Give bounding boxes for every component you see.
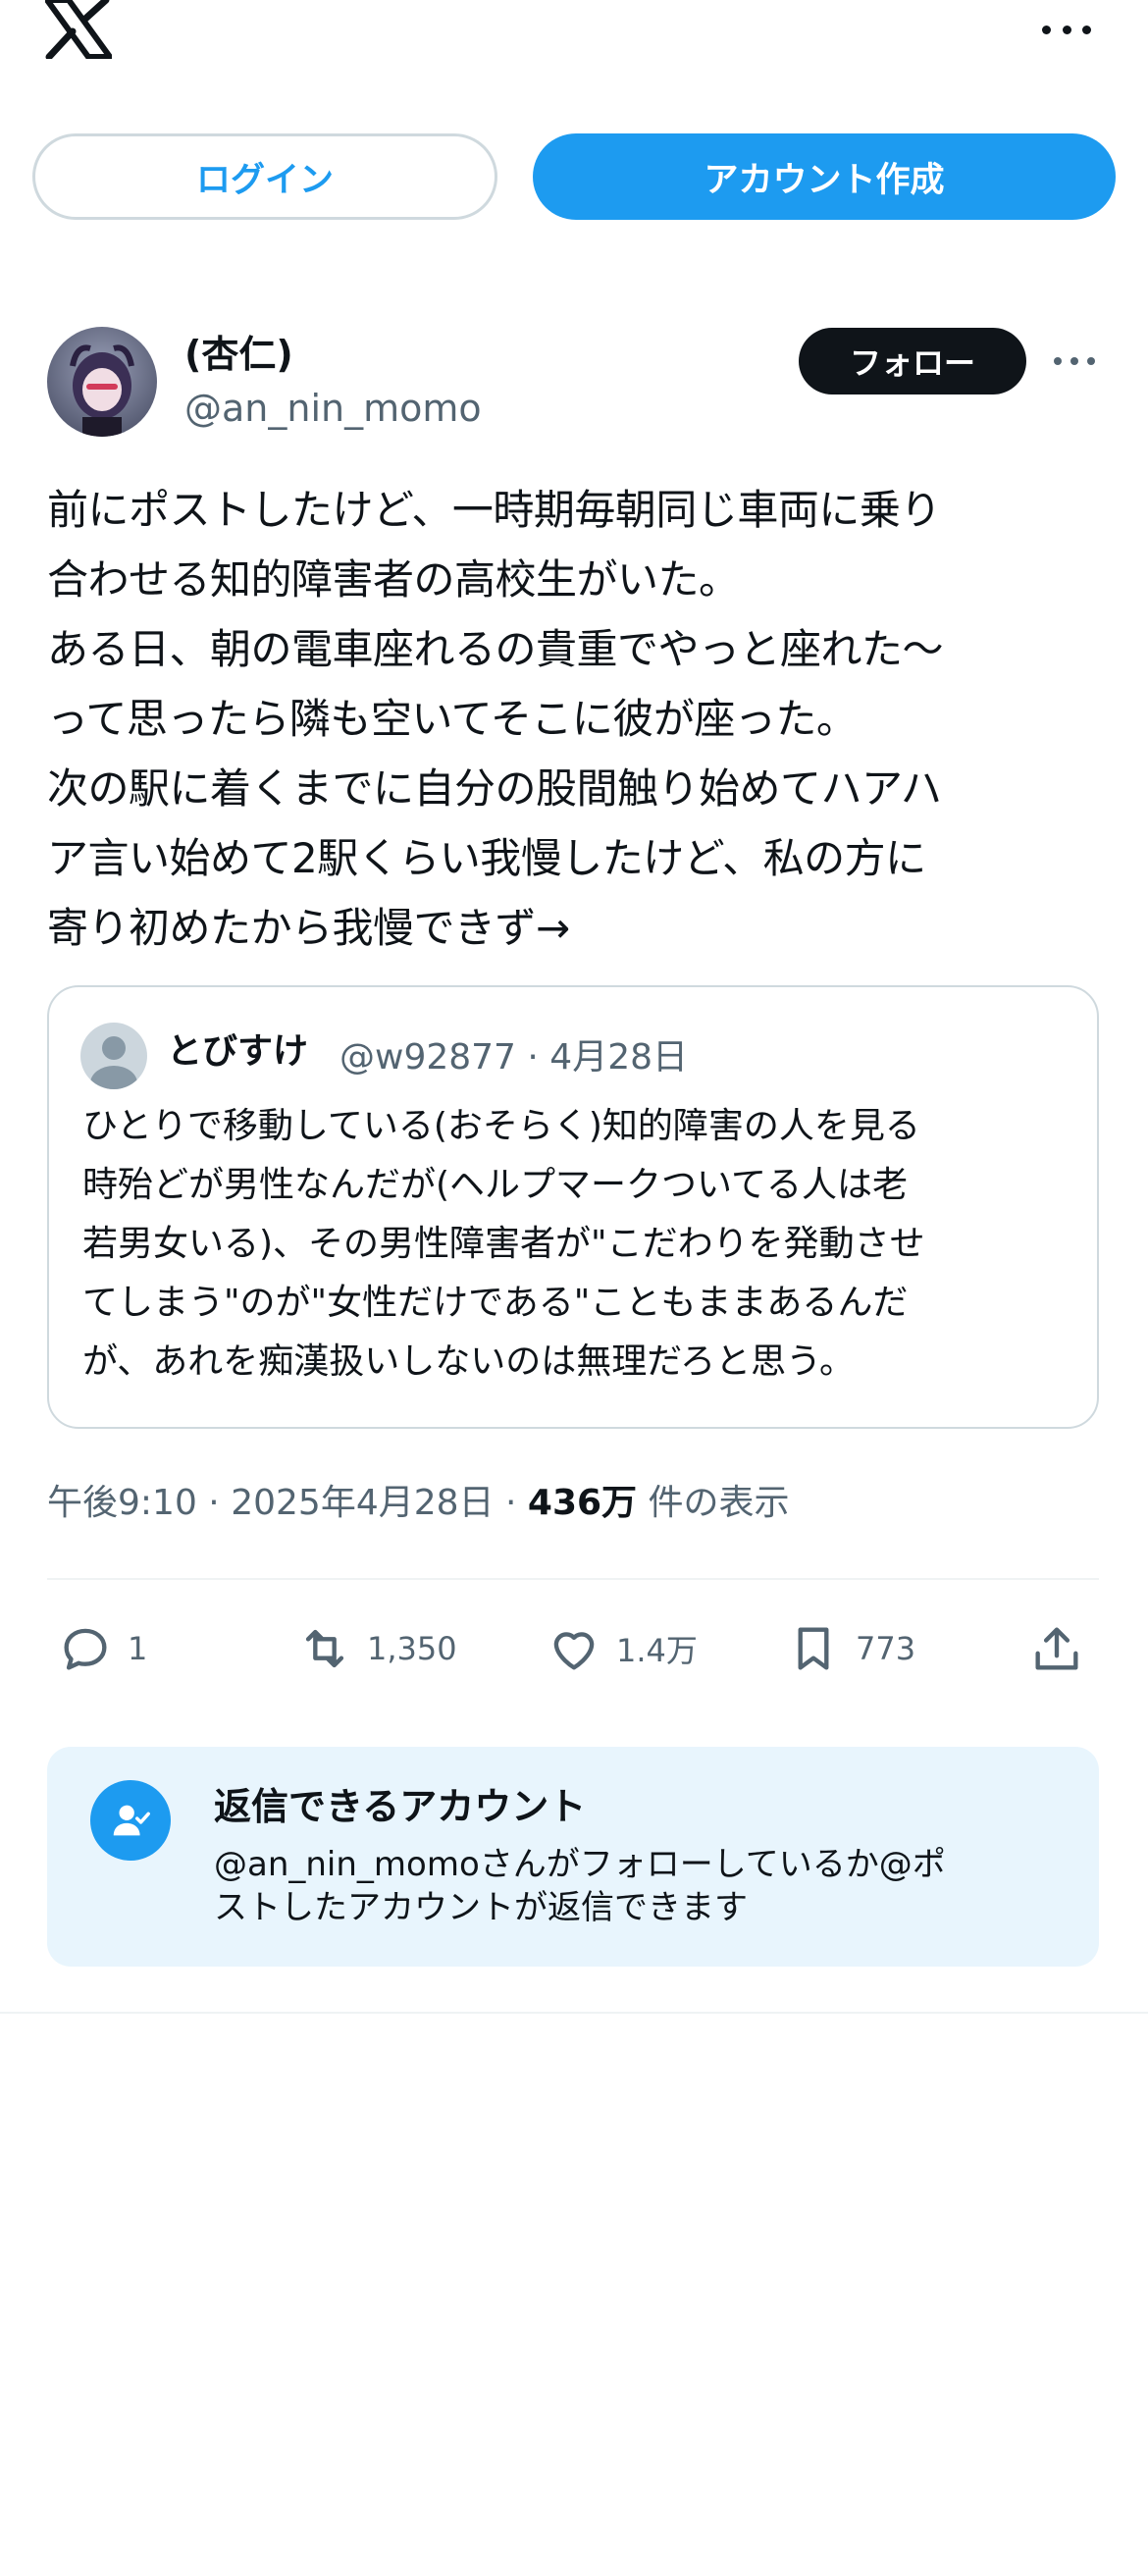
- dot: [1070, 357, 1078, 365]
- post-more-icon[interactable]: [1054, 355, 1095, 367]
- follow-button[interactable]: フォロー: [799, 328, 1026, 394]
- repost-count: 1,350: [367, 1630, 457, 1667]
- separator-dot: ·: [208, 1483, 220, 1523]
- reply-restriction-notice: 返信できるアカウント @an_nin_momoさんがフォローしているか@ポ スト…: [47, 1747, 1099, 1967]
- bookmark-button[interactable]: 773: [785, 1617, 915, 1680]
- post-date: 2025年4月28日: [231, 1483, 495, 1523]
- dot: [1042, 25, 1051, 34]
- quoted-display-name: とびすけ: [167, 1031, 309, 1072]
- dot: [1087, 357, 1095, 365]
- default-avatar-icon: [80, 1023, 147, 1089]
- user-handle[interactable]: @an_nin_momo: [184, 387, 482, 430]
- separator-dot: ·: [505, 1483, 517, 1523]
- post-time: 午後9:10: [47, 1483, 197, 1523]
- reply-count: 1: [128, 1630, 148, 1667]
- avatar[interactable]: [47, 327, 157, 437]
- like-button[interactable]: 1.4万: [546, 1617, 698, 1680]
- display-name[interactable]: (杏仁): [184, 324, 293, 378]
- reply-icon: [64, 1628, 107, 1670]
- share-button[interactable]: [1028, 1617, 1099, 1680]
- views-label: 件の表示: [648, 1483, 790, 1523]
- x-logo-icon[interactable]: [45, 0, 112, 59]
- dot: [1062, 25, 1071, 34]
- avatar-image-icon: [47, 327, 157, 437]
- more-options-icon[interactable]: [1042, 18, 1091, 41]
- divider: [0, 2012, 1148, 2014]
- repost-button[interactable]: 1,350: [296, 1617, 457, 1680]
- quoted-text: ひとりで移動している(おそらく)知的障害の人を見る 時殆どが男性なんだが(ヘルプ…: [82, 1106, 925, 1382]
- repost-icon: [305, 1629, 344, 1668]
- bookmark-icon: [798, 1627, 829, 1670]
- like-count: 1.4万: [616, 1632, 698, 1669]
- create-account-button[interactable]: アカウント作成: [533, 133, 1116, 220]
- login-button[interactable]: ログイン: [32, 133, 497, 220]
- dot: [1082, 25, 1091, 34]
- bookmark-count: 773: [856, 1630, 916, 1667]
- share-icon: [1035, 1627, 1078, 1670]
- post-text: 前にポストしたけど、一時期毎朝同じ車両に乗り 合わせる知的障害者の高校生がいた。…: [47, 486, 944, 952]
- post-timestamp[interactable]: 午後9:10 · 2025年4月28日 · 436万 件の表示: [47, 1474, 790, 1525]
- notice-body: @an_nin_momoさんがフォローしているか@ポ ストしたアカウントが返信で…: [214, 1845, 946, 1927]
- views-count: 436万: [527, 1483, 638, 1523]
- heart-icon: [553, 1632, 595, 1670]
- dot: [1054, 357, 1062, 365]
- quoted-post[interactable]: とびすけ @w92877 · 4月28日 ひとりで移動している(おそらく)知的障…: [47, 985, 1099, 1429]
- user-check-icon: [90, 1780, 171, 1861]
- divider: [47, 1578, 1099, 1580]
- notice-title: 返信できるアカウント: [214, 1785, 587, 1828]
- reply-button[interactable]: 1: [57, 1617, 147, 1680]
- quoted-meta: @w92877 · 4月28日: [339, 1037, 689, 1078]
